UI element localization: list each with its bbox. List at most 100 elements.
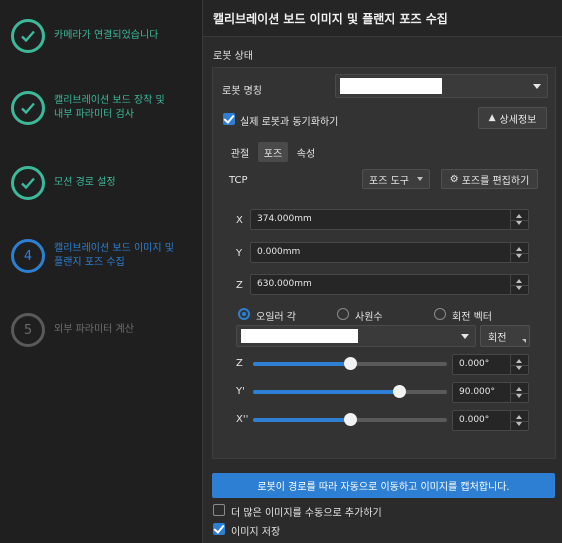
edit-pose-button[interactable]: ⚙ 포즈를 편집하기 bbox=[441, 169, 538, 189]
arrow-up-icon[interactable] bbox=[516, 415, 522, 419]
z-rotation-stepper[interactable] bbox=[510, 355, 528, 374]
step-2[interactable]: 캘리브레이션 보드 장착 및 내부 파라미터 검사 bbox=[11, 91, 197, 125]
arrow-up-icon[interactable] bbox=[516, 279, 522, 283]
corner-caret-icon bbox=[522, 339, 526, 343]
z-rotation-slider[interactable] bbox=[253, 357, 447, 370]
robot-state-card: 로봇 명칭 실제 로봇과 동기화하기 ▲ 상세정보 관절 포즈 속성 TCP 포… bbox=[212, 67, 556, 459]
y-rotation-handle[interactable] bbox=[392, 385, 406, 398]
x-rotation-handle[interactable] bbox=[344, 413, 357, 426]
radio-quaternion[interactable] bbox=[337, 308, 349, 320]
arrow-down-icon[interactable] bbox=[516, 286, 522, 290]
arrow-up-icon[interactable] bbox=[516, 387, 522, 391]
step-panel: 카메라가 연결되었습니다 캘리브레이션 보드 장착 및 내부 파라미터 검사 모… bbox=[0, 0, 200, 543]
arrow-up-icon[interactable] bbox=[516, 247, 522, 251]
rotate-button[interactable]: 회전 bbox=[480, 325, 530, 347]
chevron-down-icon bbox=[461, 334, 469, 339]
details-button[interactable]: ▲ 상세정보 bbox=[478, 107, 547, 129]
z-stepper[interactable] bbox=[510, 275, 528, 294]
step-4-label: 캘리브레이션 보드 이미지 및 플랜지 포즈 수집 bbox=[54, 243, 174, 268]
chevron-down-icon bbox=[533, 84, 541, 89]
arrow-down-icon[interactable] bbox=[516, 422, 522, 426]
arrow-up-icon[interactable] bbox=[516, 359, 522, 363]
y-rotation-label: Y' bbox=[236, 386, 245, 397]
x-rotation-stepper[interactable] bbox=[510, 411, 528, 430]
y-rotation-slider[interactable] bbox=[253, 385, 447, 398]
y-rotation-fill bbox=[253, 390, 399, 394]
arrow-down-icon[interactable] bbox=[516, 221, 522, 225]
chevron-down-icon bbox=[417, 177, 423, 181]
step-5-label: 외부 파라미터 계산 bbox=[54, 324, 134, 335]
details-button-label: 상세정보 bbox=[499, 114, 537, 126]
edit-pose-button-label: 포즈를 편집하기 bbox=[461, 175, 530, 187]
caret-up-icon: ▲ bbox=[488, 113, 496, 123]
euler-order-select[interactable] bbox=[236, 325, 476, 347]
z-rotation-value: 0.000° bbox=[459, 359, 490, 369]
radio-quaternion-label: 사원수 bbox=[355, 312, 383, 323]
robot-name-value bbox=[340, 78, 442, 94]
manual-add-checkbox[interactable] bbox=[213, 504, 225, 516]
arrow-down-icon[interactable] bbox=[516, 254, 522, 258]
x-stepper[interactable] bbox=[510, 210, 528, 229]
tab-properties[interactable]: 속성 bbox=[292, 142, 320, 162]
arrow-down-icon[interactable] bbox=[516, 366, 522, 370]
robot-name-label: 로봇 명칭 bbox=[222, 86, 262, 97]
save-images-checkbox[interactable] bbox=[213, 523, 225, 535]
robot-name-select[interactable] bbox=[335, 74, 548, 98]
radio-rotation-vector[interactable] bbox=[434, 308, 446, 320]
step-3[interactable]: 모션 경로 설정 bbox=[11, 166, 197, 200]
z-rotation-spinbox[interactable]: 0.000° bbox=[452, 354, 529, 375]
auto-capture-button[interactable]: 로봇이 경로를 따라 자동으로 이동하고 이미지를 캡처합니다. bbox=[212, 473, 555, 498]
step-4-number-icon: 4 bbox=[11, 239, 45, 273]
page-title: 캘리브레이션 보드 이미지 및 플랜지 포즈 수집 bbox=[203, 0, 562, 37]
x-label: X bbox=[236, 215, 243, 226]
step-5[interactable]: 5 외부 파라미터 계산 bbox=[11, 313, 197, 347]
y-spinbox[interactable]: 0.000mm bbox=[250, 242, 529, 263]
radio-euler[interactable] bbox=[238, 308, 250, 320]
radio-rotation-vector-label: 회전 벡터 bbox=[452, 312, 492, 323]
y-value: 0.000mm bbox=[257, 247, 301, 257]
tab-joints[interactable]: 관절 bbox=[226, 142, 254, 162]
sync-robot-label: 실제 로봇과 동기화하기 bbox=[240, 117, 339, 128]
y-stepper[interactable] bbox=[510, 243, 528, 262]
step-1-check-icon bbox=[11, 19, 45, 53]
x-rotation-value: 0.000° bbox=[459, 415, 490, 425]
step-1[interactable]: 카메라가 연결되었습니다 bbox=[11, 19, 197, 53]
pose-tool-select[interactable]: 포즈 도구 bbox=[362, 169, 430, 189]
main-panel: 캘리브레이션 보드 이미지 및 플랜지 포즈 수집 로봇 상태 로봇 명칭 실제… bbox=[203, 0, 562, 543]
y-rotation-value: 90.000° bbox=[459, 387, 495, 397]
x-rotation-spinbox[interactable]: 0.000° bbox=[452, 410, 529, 431]
x-rotation-fill bbox=[253, 418, 350, 422]
step-1-label: 카메라가 연결되었습니다 bbox=[54, 30, 159, 41]
arrow-up-icon[interactable] bbox=[516, 214, 522, 218]
y-rotation-spinbox[interactable]: 90.000° bbox=[452, 382, 529, 403]
tab-pose[interactable]: 포즈 bbox=[258, 142, 288, 162]
step-5-number-icon: 5 bbox=[11, 313, 45, 347]
z-rotation-fill bbox=[253, 362, 350, 366]
tcp-label: TCP bbox=[229, 175, 248, 186]
radio-euler-label: 오일러 각 bbox=[256, 312, 296, 323]
z-spinbox[interactable]: 630.000mm bbox=[250, 274, 529, 295]
x-spinbox[interactable]: 374.000mm bbox=[250, 209, 529, 230]
y-rotation-stepper[interactable] bbox=[510, 383, 528, 402]
x-value: 374.000mm bbox=[257, 214, 312, 224]
robot-state-title: 로봇 상태 bbox=[213, 51, 253, 62]
z-rotation-handle[interactable] bbox=[344, 357, 357, 370]
arrow-down-icon[interactable] bbox=[516, 394, 522, 398]
step-2-check-icon bbox=[11, 91, 45, 125]
pose-tool-label: 포즈 도구 bbox=[369, 175, 409, 187]
z-rotation-label: Z bbox=[236, 358, 243, 369]
step-4[interactable]: 4 캘리브레이션 보드 이미지 및 플랜지 포즈 수집 bbox=[11, 239, 197, 273]
z-value: 630.000mm bbox=[257, 279, 312, 289]
step-2-label: 캘리브레이션 보드 장착 및 내부 파라미터 검사 bbox=[54, 95, 165, 120]
step-5-number: 5 bbox=[23, 322, 33, 338]
z-label: Z bbox=[236, 280, 243, 291]
rotate-button-label: 회전 bbox=[488, 332, 507, 344]
gear-icon: ⚙ bbox=[449, 173, 459, 185]
y-label: Y bbox=[236, 248, 243, 259]
x-rotation-slider[interactable] bbox=[253, 413, 447, 426]
save-images-label: 이미지 저장 bbox=[231, 527, 281, 538]
step-3-check-icon bbox=[11, 166, 45, 200]
step-3-label: 모션 경로 설정 bbox=[54, 177, 116, 188]
sync-robot-checkbox[interactable] bbox=[223, 113, 235, 125]
x-rotation-label: X'' bbox=[236, 414, 249, 425]
